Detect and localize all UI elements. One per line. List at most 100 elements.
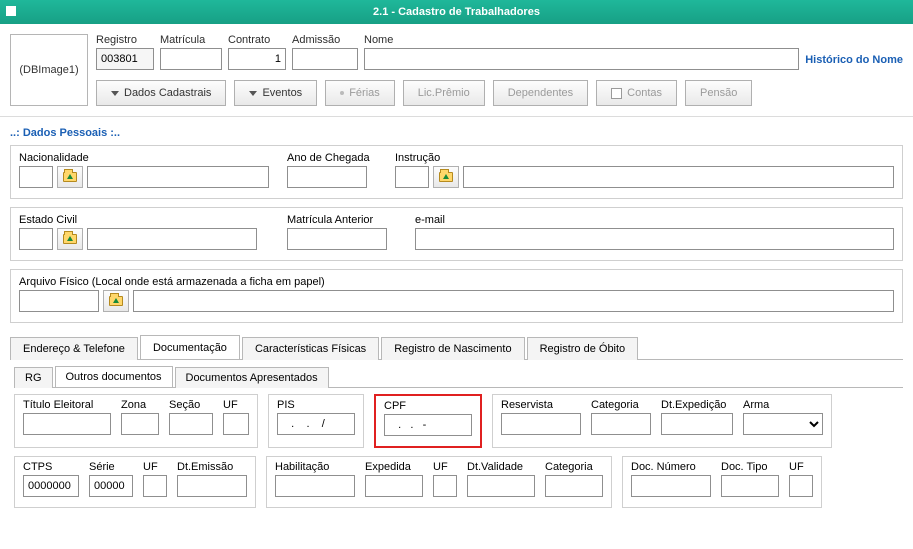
matricula-label: Matrícula	[160, 34, 222, 46]
dt-emissao-input[interactable]	[177, 475, 247, 497]
doc-numero-label: Doc. Número	[631, 461, 711, 473]
contrato-label: Contrato	[228, 34, 286, 46]
contrato-input[interactable]	[228, 48, 286, 70]
panel-nac-instrucao: Nacionalidade Ano de Chegada Instrução	[10, 145, 903, 199]
dt-expedicao-label: Dt.Expedição	[661, 399, 733, 411]
ano-chegada-label: Ano de Chegada	[287, 152, 377, 164]
eventos-button[interactable]: Eventos	[234, 80, 317, 106]
tab-nascimento[interactable]: Registro de Nascimento	[381, 337, 524, 360]
box-ctps: CTPS Série UF Dt.Emissão	[14, 456, 256, 508]
doc-numero-input[interactable]	[631, 475, 711, 497]
uf-input[interactable]	[223, 413, 249, 435]
checkbox-icon	[611, 88, 622, 99]
doc-row-2: CTPS Série UF Dt.Emissão Habilitação Exp…	[14, 456, 903, 508]
arquivo-fisico-code-input[interactable]	[19, 290, 99, 312]
system-menu-icon[interactable]	[6, 6, 16, 16]
hab-uf-label: UF	[433, 461, 457, 473]
header-area: (DBImage1) Registro Matrícula Contrato A…	[0, 24, 913, 112]
nome-input[interactable]	[364, 48, 799, 70]
arquivo-fisico-desc-input[interactable]	[133, 290, 894, 312]
arma-label: Arma	[743, 399, 823, 411]
doc-tipo-label: Doc. Tipo	[721, 461, 779, 473]
hab-categoria-input[interactable]	[545, 475, 603, 497]
subtab-documentos-apresentados[interactable]: Documentos Apresentados	[175, 367, 329, 388]
chevron-down-icon	[111, 91, 119, 96]
arquivo-fisico-lookup-button[interactable]	[103, 290, 129, 312]
categoria-input[interactable]	[591, 413, 651, 435]
doc-uf-input[interactable]	[789, 475, 813, 497]
folder-icon	[439, 172, 453, 182]
ctps-uf-input[interactable]	[143, 475, 167, 497]
registro-input[interactable]	[96, 48, 154, 70]
doc-tipo-input[interactable]	[721, 475, 779, 497]
ctps-input[interactable]	[23, 475, 79, 497]
admissao-label: Admissão	[292, 34, 358, 46]
titulo-eleitoral-label: Título Eleitoral	[23, 399, 111, 411]
box-titulo-eleitoral: Título Eleitoral Zona Seção UF	[14, 394, 258, 448]
nacionalidade-lookup-button[interactable]	[57, 166, 83, 188]
tab-documentacao[interactable]: Documentação	[140, 335, 240, 359]
divider	[0, 116, 913, 117]
nacionalidade-desc-input[interactable]	[87, 166, 269, 188]
serie-label: Série	[89, 461, 133, 473]
nacionalidade-label: Nacionalidade	[19, 152, 269, 164]
expedida-label: Expedida	[365, 461, 423, 473]
zona-input[interactable]	[121, 413, 159, 435]
expedida-input[interactable]	[365, 475, 423, 497]
matricula-anterior-input[interactable]	[287, 228, 387, 250]
arma-select[interactable]	[743, 413, 823, 435]
window-titlebar: 2.1 - Cadastro de Trabalhadores	[0, 0, 913, 24]
ano-chegada-input[interactable]	[287, 166, 367, 188]
email-input[interactable]	[415, 228, 894, 250]
nacionalidade-code-input[interactable]	[19, 166, 53, 188]
contas-button[interactable]: Contas	[596, 80, 677, 106]
secao-input[interactable]	[169, 413, 213, 435]
ctps-label: CTPS	[23, 461, 79, 473]
secao-label: Seção	[169, 399, 213, 411]
matricula-input[interactable]	[160, 48, 222, 70]
box-pis: PIS	[268, 394, 364, 448]
box-habilitacao: Habilitação Expedida UF Dt.Validade Cate…	[266, 456, 612, 508]
folder-icon	[109, 296, 123, 306]
subtab-outros-documentos[interactable]: Outros documentos	[55, 366, 173, 387]
dependentes-button[interactable]: Dependentes	[493, 80, 588, 106]
habilitacao-input[interactable]	[275, 475, 355, 497]
dot-icon	[340, 91, 344, 95]
estado-civil-label: Estado Civil	[19, 214, 269, 226]
admissao-input[interactable]	[292, 48, 358, 70]
dt-expedicao-input[interactable]	[661, 413, 733, 435]
chevron-down-icon	[249, 91, 257, 96]
pis-input[interactable]	[277, 413, 355, 435]
tab-endereco[interactable]: Endereço & Telefone	[10, 337, 138, 360]
instrucao-desc-input[interactable]	[463, 166, 894, 188]
estado-civil-code-input[interactable]	[19, 228, 53, 250]
habilitacao-label: Habilitação	[275, 461, 355, 473]
sub-tabstrip: RG Outros documentos Documentos Apresent…	[14, 366, 903, 388]
reservista-input[interactable]	[501, 413, 581, 435]
main-tabstrip: Endereço & Telefone Documentação Caracte…	[10, 335, 903, 360]
hab-uf-input[interactable]	[433, 475, 457, 497]
matricula-anterior-label: Matrícula Anterior	[287, 214, 397, 226]
pensao-button[interactable]: Pensão	[685, 80, 752, 106]
folder-icon	[63, 234, 77, 244]
ferias-button[interactable]: Férias	[325, 80, 395, 106]
dados-cadastrais-button[interactable]: Dados Cadastrais	[96, 80, 226, 106]
dt-validade-input[interactable]	[467, 475, 535, 497]
tab-caracteristicas[interactable]: Características Físicas	[242, 337, 379, 360]
box-reservista: Reservista Categoria Dt.Expedição Arma	[492, 394, 832, 448]
subtab-rg[interactable]: RG	[14, 367, 53, 388]
lic-premio-button[interactable]: Lic.Prêmio	[403, 80, 485, 106]
cpf-label: CPF	[384, 400, 472, 412]
instrucao-lookup-button[interactable]	[433, 166, 459, 188]
estado-civil-desc-input[interactable]	[87, 228, 257, 250]
serie-input[interactable]	[89, 475, 133, 497]
estado-civil-lookup-button[interactable]	[57, 228, 83, 250]
tab-obito[interactable]: Registro de Óbito	[527, 337, 639, 360]
instrucao-code-input[interactable]	[395, 166, 429, 188]
historico-nome-link[interactable]: Histórico do Nome	[805, 54, 903, 70]
dt-emissao-label: Dt.Emissão	[177, 461, 247, 473]
dt-validade-label: Dt.Validade	[467, 461, 535, 473]
hab-categoria-label: Categoria	[545, 461, 603, 473]
cpf-input[interactable]	[384, 414, 472, 436]
titulo-eleitoral-input[interactable]	[23, 413, 111, 435]
